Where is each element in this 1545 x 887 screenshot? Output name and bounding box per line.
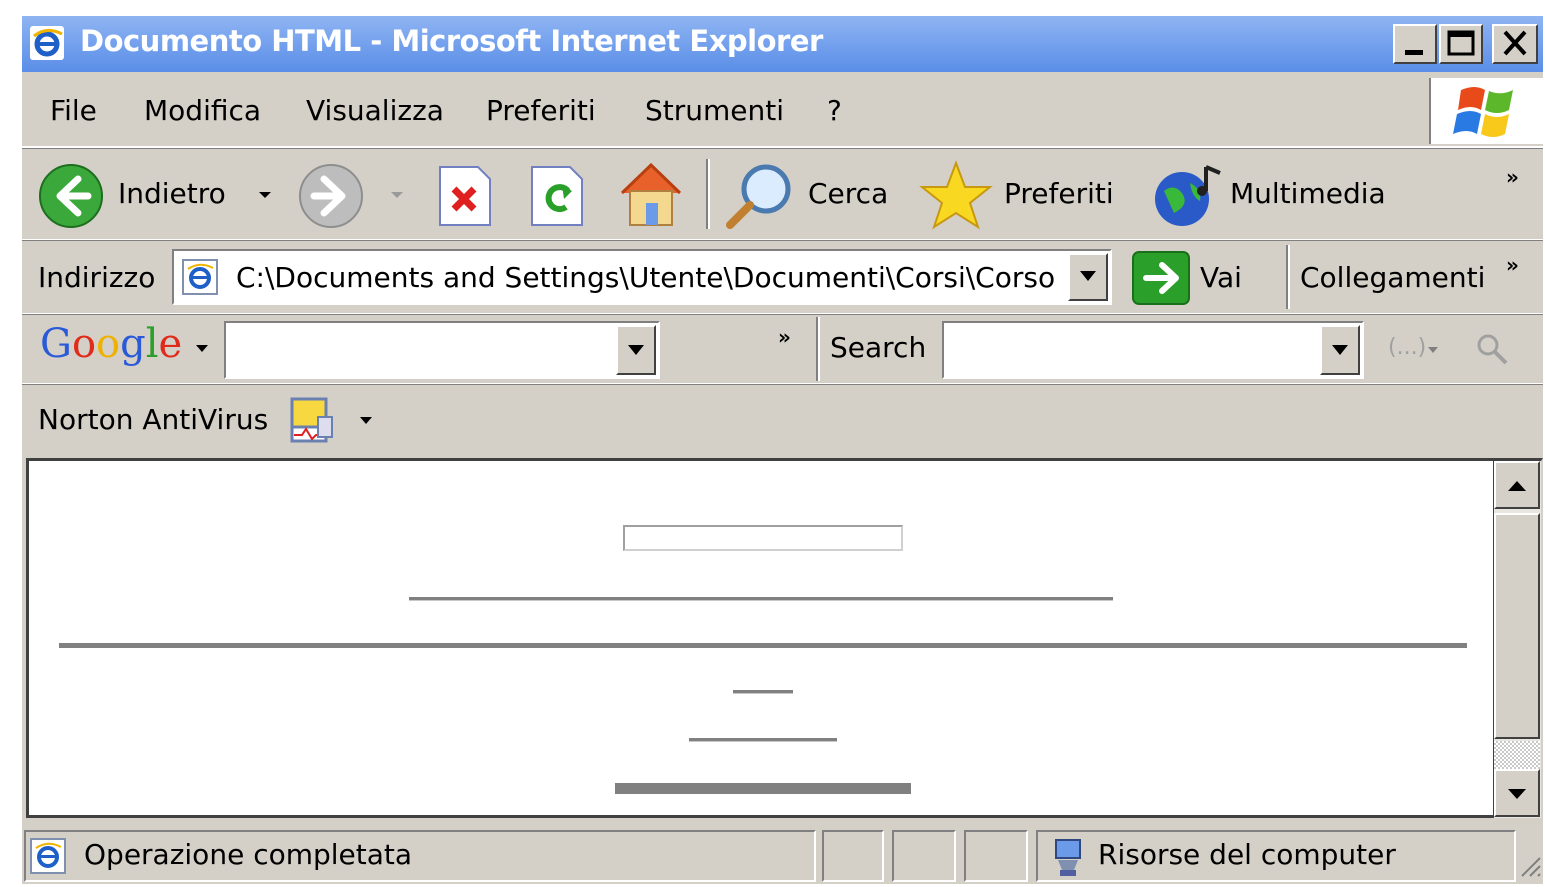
ie-logo-icon bbox=[30, 26, 64, 60]
norton-toolbar: Norton AntiVirus bbox=[22, 384, 1543, 455]
norton-dropdown-icon[interactable] bbox=[358, 415, 374, 427]
menu-help[interactable]: ? bbox=[827, 94, 842, 127]
chevron-down-icon bbox=[1332, 345, 1348, 355]
google-search-input[interactable] bbox=[224, 321, 660, 379]
toolbar-separator bbox=[706, 159, 710, 229]
chevron-down-icon bbox=[628, 345, 644, 355]
scroll-up-button[interactable] bbox=[1494, 461, 1540, 509]
google-search-dropdown-button[interactable] bbox=[616, 325, 656, 375]
horizontal-rule-5 bbox=[689, 738, 837, 742]
menu-visualizza[interactable]: Visualizza bbox=[306, 94, 444, 127]
go-arrow-icon[interactable] bbox=[1132, 251, 1190, 305]
links-more-chevron[interactable]: » bbox=[1506, 253, 1519, 277]
menu-file[interactable]: File bbox=[50, 94, 97, 127]
favorites-label[interactable]: Preferiti bbox=[1004, 177, 1114, 210]
scroll-thumb[interactable] bbox=[1494, 513, 1540, 739]
media-globe-icon[interactable] bbox=[1150, 161, 1226, 231]
google-logo[interactable]: Google bbox=[40, 321, 182, 367]
google-more-chevron[interactable]: » bbox=[778, 325, 791, 349]
google-menu-dropdown-icon[interactable] bbox=[194, 343, 210, 355]
status-panel-3 bbox=[892, 830, 956, 882]
maximize-button[interactable] bbox=[1439, 24, 1483, 64]
address-value[interactable]: C:\Documents and Settings\Utente\Documen… bbox=[236, 261, 1066, 294]
favorites-star-icon[interactable] bbox=[918, 159, 994, 231]
forward-arrow-icon[interactable] bbox=[298, 163, 364, 229]
minimize-button[interactable] bbox=[1393, 24, 1437, 64]
stop-icon[interactable] bbox=[436, 163, 494, 229]
back-dropdown-icon[interactable] bbox=[256, 189, 274, 201]
go-label[interactable]: Vai bbox=[1200, 261, 1242, 294]
norton-monitor-icon[interactable] bbox=[288, 395, 336, 445]
standard-toolbar: Indietro Cerca Preferiti Multimedia » bbox=[22, 148, 1543, 241]
forward-dropdown-icon[interactable] bbox=[388, 189, 406, 201]
horizontal-rule-6 bbox=[615, 783, 911, 794]
horizontal-rule-4 bbox=[733, 690, 793, 694]
window-title: Documento HTML - Microsoft Internet Expl… bbox=[80, 24, 823, 58]
horizontal-rule-2 bbox=[409, 597, 1113, 601]
status-main-panel: Operazione completata bbox=[24, 830, 816, 882]
toolbar-search-dropdown-button[interactable] bbox=[1320, 325, 1360, 375]
scroll-track[interactable] bbox=[1494, 741, 1540, 769]
links-label[interactable]: Collegamenti bbox=[1300, 261, 1485, 294]
chevron-down-icon bbox=[1080, 271, 1096, 281]
page-content bbox=[26, 458, 1496, 818]
arrow-up-icon bbox=[1508, 481, 1526, 491]
maximize-icon bbox=[1447, 30, 1475, 56]
status-panel-4 bbox=[964, 830, 1028, 882]
page-ie-icon bbox=[30, 838, 66, 874]
windows-flag-icon bbox=[1453, 87, 1513, 137]
address-dropdown-button[interactable] bbox=[1068, 253, 1108, 301]
address-label: Indirizzo bbox=[38, 261, 156, 294]
refresh-icon[interactable] bbox=[528, 163, 586, 229]
arrow-down-icon bbox=[1508, 789, 1526, 799]
address-separator bbox=[1286, 245, 1290, 309]
status-zone-panel: Risorse del computer bbox=[1036, 830, 1516, 882]
status-panel-2 bbox=[822, 830, 884, 882]
vertical-scrollbar[interactable] bbox=[1494, 458, 1543, 818]
menu-strumenti[interactable]: Strumenti bbox=[645, 94, 784, 127]
address-bar: Indirizzo C:\Documents and Settings\Uten… bbox=[22, 240, 1543, 315]
status-zone-text: Risorse del computer bbox=[1098, 838, 1396, 871]
menu-modifica[interactable]: Modifica bbox=[144, 94, 261, 127]
close-icon bbox=[1503, 30, 1527, 56]
back-arrow-icon[interactable] bbox=[38, 163, 104, 229]
search-icon[interactable] bbox=[722, 161, 798, 231]
toolbar-search-input[interactable] bbox=[942, 321, 1364, 379]
menu-preferiti[interactable]: Preferiti bbox=[486, 94, 596, 127]
magnifier-icon[interactable] bbox=[1472, 329, 1512, 369]
windows-logo bbox=[1429, 78, 1543, 144]
address-input[interactable]: C:\Documents and Settings\Utente\Documen… bbox=[172, 249, 1112, 305]
google-separator bbox=[816, 317, 820, 381]
google-toolbar: Google » Search (...) bbox=[22, 314, 1543, 385]
minimize-icon bbox=[1405, 50, 1423, 55]
status-text: Operazione completata bbox=[84, 838, 413, 871]
page-ie-icon bbox=[182, 259, 218, 295]
status-bar: Operazione completata Risorse del comput… bbox=[22, 824, 1543, 884]
toolbar-more-chevron[interactable]: » bbox=[1506, 165, 1519, 189]
horizontal-rule-3 bbox=[59, 643, 1467, 648]
menu-bar: File Modifica Visualizza Preferiti Strum… bbox=[22, 74, 1543, 148]
norton-label: Norton AntiVirus bbox=[38, 403, 269, 436]
resize-grip-icon[interactable] bbox=[1516, 852, 1542, 882]
highlight-button[interactable]: (...) bbox=[1388, 335, 1426, 360]
highlight-dropdown-icon[interactable] bbox=[1426, 345, 1440, 355]
search-label[interactable]: Cerca bbox=[808, 177, 888, 210]
horizontal-rule-1 bbox=[623, 525, 903, 551]
scroll-down-button[interactable] bbox=[1494, 769, 1540, 817]
search-toolbar-label: Search bbox=[830, 331, 927, 364]
computer-zone-icon bbox=[1055, 839, 1081, 876]
ie-window: Documento HTML - Microsoft Internet Expl… bbox=[22, 16, 1543, 884]
media-label[interactable]: Multimedia bbox=[1230, 177, 1386, 210]
home-icon[interactable] bbox=[616, 159, 686, 229]
back-label[interactable]: Indietro bbox=[118, 177, 226, 210]
close-button[interactable] bbox=[1492, 24, 1538, 64]
title-bar: Documento HTML - Microsoft Internet Expl… bbox=[22, 16, 1543, 72]
